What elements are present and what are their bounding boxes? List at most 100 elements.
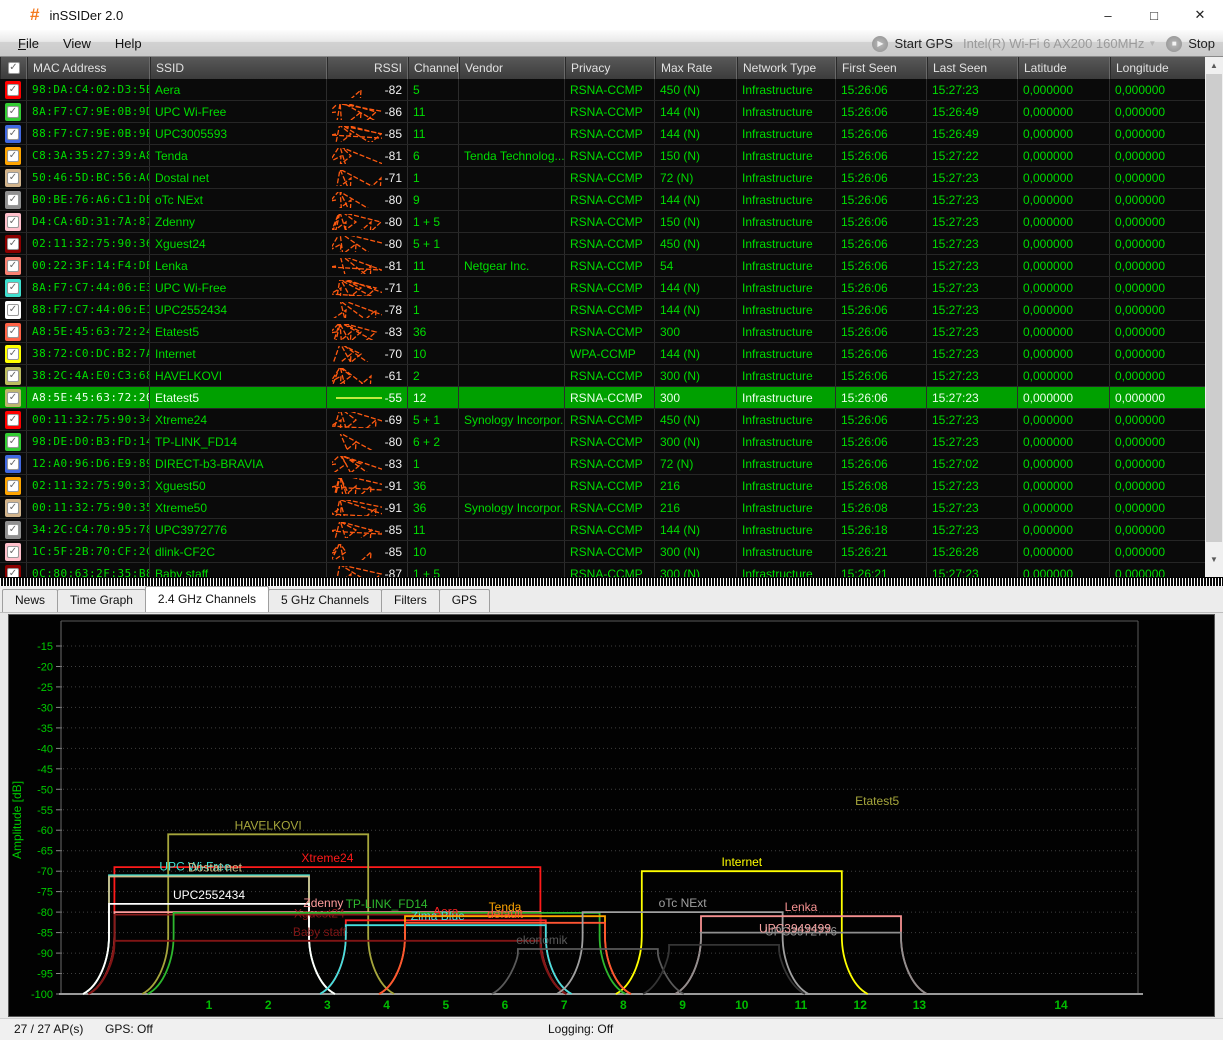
column-header-latitude[interactable]: Latitude [1018, 57, 1110, 79]
row-checkbox[interactable]: ✓ [0, 541, 27, 562]
row-checkbox[interactable]: ✓ [0, 79, 27, 100]
table-row[interactable]: ✓B0:BE:76:A6:C1:DBoTc NExt-809RSNA-CCMP1… [0, 189, 1205, 211]
column-header-network-type[interactable]: Network Type [737, 57, 836, 79]
cell-latitude: 0,000000 [1018, 123, 1110, 144]
table-row[interactable]: ✓02:11:32:75:90:36Xguest24-805 + 1RSNA-C… [0, 233, 1205, 255]
table-row[interactable]: ✓88:F7:C7:44:06:E1UPC2552434-781RSNA-CCM… [0, 299, 1205, 321]
row-checkbox[interactable]: ✓ [0, 563, 27, 577]
vertical-scrollbar[interactable]: ▲ ▼ [1205, 57, 1223, 577]
cell-first-seen: 15:26:06 [836, 101, 927, 122]
minimize-button[interactable]: – [1085, 0, 1131, 30]
table-row[interactable]: ✓C8:3A:35:27:39:A8Tenda-816Tenda Technol… [0, 145, 1205, 167]
row-checkbox[interactable]: ✓ [0, 233, 27, 254]
row-checkbox[interactable]: ✓ [0, 211, 27, 232]
row-checkbox[interactable]: ✓ [0, 255, 27, 276]
cell-network-type: Infrastructure [737, 563, 836, 577]
cell-rssi: -83 [327, 453, 408, 474]
svg-text:9: 9 [679, 998, 686, 1012]
row-checkbox[interactable]: ✓ [0, 167, 27, 188]
table-row[interactable]: ✓88:F7:C7:9E:0B:9BUPC3005593-8511RSNA-CC… [0, 123, 1205, 145]
row-checkbox[interactable]: ✓ [0, 409, 27, 430]
cell-longitude: 0,000000 [1110, 365, 1205, 386]
menu-item-help[interactable]: Help [103, 32, 154, 55]
row-checkbox[interactable]: ✓ [0, 343, 27, 364]
tab-time-graph[interactable]: Time Graph [57, 589, 146, 612]
cell-vendor [459, 387, 565, 408]
table-row[interactable]: ✓34:2C:C4:70:95:78UPC3972776-8511RSNA-CC… [0, 519, 1205, 541]
column-header-ssid[interactable]: SSID [150, 57, 327, 79]
row-checkbox[interactable]: ✓ [0, 475, 27, 496]
column-header-first-seen[interactable]: First Seen [836, 57, 927, 79]
column-header-privacy[interactable]: Privacy [565, 57, 655, 79]
row-checkbox[interactable]: ✓ [0, 123, 27, 144]
table-row[interactable]: ✓38:72:C0:DC:B2:7AInternet-7010WPA-CCMP1… [0, 343, 1205, 365]
tab-news[interactable]: News [2, 589, 58, 612]
column-header-last-seen[interactable]: Last Seen [927, 57, 1018, 79]
tab-filters[interactable]: Filters [381, 589, 440, 612]
start-gps-button[interactable]: ▶ Start GPS [872, 36, 953, 52]
table-row[interactable]: ✓D4:CA:6D:31:7A:87Zdenny-801 + 5RSNA-CCM… [0, 211, 1205, 233]
table-row[interactable]: ✓50:46:5D:BC:56:ACDostal net-711RSNA-CCM… [0, 167, 1205, 189]
cell-first-seen: 15:26:08 [836, 497, 927, 518]
cell-mac: 98:DA:C4:02:D3:5B [27, 79, 150, 100]
row-checkbox[interactable]: ✓ [0, 365, 27, 386]
cell-mac: C8:3A:35:27:39:A8 [27, 145, 150, 166]
table-row[interactable]: ✓00:22:3F:14:F4:DELenka-8111Netgear Inc.… [0, 255, 1205, 277]
table-row[interactable]: ✓02:11:32:75:90:37Xguest50-9136RSNA-CCMP… [0, 475, 1205, 497]
cell-privacy: RSNA-CCMP [565, 233, 655, 254]
scrollbar-thumb[interactable] [1206, 74, 1222, 542]
app-logo-icon: # [30, 5, 39, 25]
cell-latitude: 0,000000 [1018, 409, 1110, 430]
menu-item-view[interactable]: View [51, 32, 103, 55]
cell-privacy: RSNA-CCMP [565, 431, 655, 452]
table-row[interactable]: ✓0C:80:63:2F:35:B8Baby staff-871 + 5RSNA… [0, 563, 1205, 577]
cell-longitude: 0,000000 [1110, 497, 1205, 518]
row-checkbox[interactable]: ✓ [0, 189, 27, 210]
cell-first-seen: 15:26:21 [836, 563, 927, 577]
table-row[interactable]: ✓8A:F7:C7:44:06:E3UPC Wi-Free-711RSNA-CC… [0, 277, 1205, 299]
column-header-mac-address[interactable]: MAC Address [27, 57, 150, 79]
menu-item-file[interactable]: File [6, 32, 51, 55]
adapter-select[interactable]: Intel(R) Wi-Fi 6 AX200 160MHz ▼ [963, 36, 1156, 51]
table-row[interactable]: ✓98:DE:D0:B3:FD:14TP-LINK_FD14-806 + 2RS… [0, 431, 1205, 453]
table-row[interactable]: ✓A8:5E:45:63:72:24Etatest5-8336RSNA-CCMP… [0, 321, 1205, 343]
column-header-longitude[interactable]: Longitude [1110, 57, 1205, 79]
row-checkbox[interactable]: ✓ [0, 145, 27, 166]
tab-gps[interactable]: GPS [439, 589, 490, 612]
stop-button[interactable]: ■ Stop [1166, 36, 1215, 52]
close-button[interactable]: ✕ [1177, 0, 1223, 30]
maximize-button[interactable]: □ [1131, 0, 1177, 30]
cell-network-type: Infrastructure [737, 189, 836, 210]
column-header-channel[interactable]: Channel [408, 57, 459, 79]
row-checkbox[interactable]: ✓ [0, 519, 27, 540]
row-checkbox[interactable]: ✓ [0, 453, 27, 474]
scroll-down-icon[interactable]: ▼ [1205, 551, 1223, 568]
row-checkbox[interactable]: ✓ [0, 497, 27, 518]
row-checkbox[interactable]: ✓ [0, 101, 27, 122]
svg-text:ekonomik: ekonomik [516, 933, 568, 947]
horizontal-scrollbar[interactable] [0, 577, 1223, 586]
cell-vendor [459, 233, 565, 254]
scroll-up-icon[interactable]: ▲ [1205, 57, 1223, 74]
column-header-max-rate[interactable]: Max Rate [655, 57, 737, 79]
row-checkbox[interactable]: ✓ [0, 321, 27, 342]
table-row[interactable]: ✓00:11:32:75:90:35Xtreme50-9136Synology … [0, 497, 1205, 519]
tab-2-4-ghz-channels[interactable]: 2.4 GHz Channels [145, 586, 269, 612]
row-checkbox[interactable]: ✓ [0, 277, 27, 298]
header-checkbox[interactable]: ✓ [0, 57, 27, 79]
row-checkbox[interactable]: ✓ [0, 431, 27, 452]
table-row[interactable]: ✓12:A0:96:D6:E9:89DIRECT-b3-BRAVIA-831RS… [0, 453, 1205, 475]
cell-rssi: -80 [327, 431, 408, 452]
row-checkbox[interactable]: ✓ [0, 299, 27, 320]
tab-5-ghz-channels[interactable]: 5 GHz Channels [268, 589, 382, 612]
row-checkbox[interactable]: ✓ [0, 387, 27, 408]
column-header-vendor[interactable]: Vendor [459, 57, 565, 79]
table-row[interactable]: ✓1C:5F:2B:70:CF:2Cdlink-CF2C-8510RSNA-CC… [0, 541, 1205, 563]
table-row[interactable]: ✓8A:F7:C7:9E:0B:9DUPC Wi-Free-8611RSNA-C… [0, 101, 1205, 123]
table-row[interactable]: ✓00:11:32:75:90:34Xtreme24-695 + 1Synolo… [0, 409, 1205, 431]
table-row[interactable]: ✓98:DA:C4:02:D3:5BAera-825RSNA-CCMP450 (… [0, 79, 1205, 101]
cell-latitude: 0,000000 [1018, 145, 1110, 166]
table-row[interactable]: ✓38:2C:4A:E0:C3:68HAVELKOVI-612RSNA-CCMP… [0, 365, 1205, 387]
table-row[interactable]: ✓A8:5E:45:63:72:20Etatest5-5512RSNA-CCMP… [0, 387, 1205, 409]
column-header-rssi[interactable]: RSSI [327, 57, 408, 79]
